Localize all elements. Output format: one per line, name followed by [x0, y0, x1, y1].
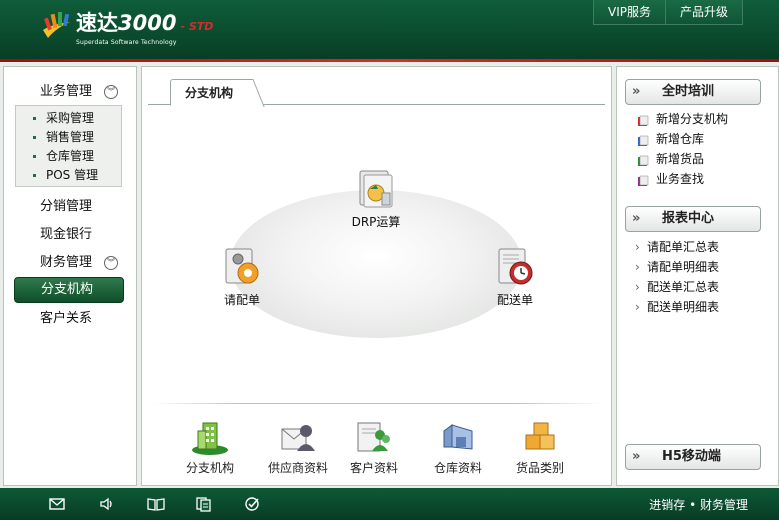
top-nav: VIP服务 产品升级 — [592, 0, 743, 25]
sidebar-item-branch[interactable]: 分支机构 — [14, 277, 124, 303]
sidebar-sub-sales[interactable]: 销售管理 — [16, 128, 121, 147]
building-icon — [190, 417, 230, 457]
documents-icon[interactable] — [196, 496, 212, 512]
footer-slogan: 进销存 • 财务管理 — [649, 498, 748, 512]
sidebar-item-finance[interactable]: 财务管理 ︾ — [4, 250, 136, 276]
business-submenu: 采购管理 销售管理 仓库管理 POS 管理 — [15, 105, 122, 187]
tab-branch[interactable]: 分支机构 — [170, 79, 251, 106]
book-icon — [637, 133, 649, 146]
delivery-node[interactable]: 配送单 — [480, 245, 550, 308]
sidebar-sub-warehouse[interactable]: 仓库管理 — [16, 147, 121, 166]
mail-icon[interactable] — [49, 496, 65, 512]
book-icon — [637, 153, 649, 166]
right-panel: » 全时培训 新增分支机构 新增仓库 新增货品 业务查找 » 报表中心 › 请配单… — [616, 66, 779, 486]
sidebar-sub-pos[interactable]: POS 管理 — [16, 166, 121, 185]
chevron-right-icon: › — [635, 280, 640, 294]
book-icon — [637, 173, 649, 186]
footer-bar: 进销存 • 财务管理 — [0, 488, 779, 520]
chevron-right-icon: › — [635, 300, 640, 314]
double-arrow-icon: » — [632, 84, 641, 99]
sidebar-item-cash[interactable]: 现金银行 — [4, 222, 136, 248]
supplier-icon — [278, 417, 318, 457]
sidebar-sub-purchase[interactable]: 采购管理 — [16, 109, 121, 128]
product-upgrade-link[interactable]: 产品升级 — [666, 0, 742, 24]
check-circle-icon[interactable] — [244, 496, 260, 512]
sidebar-item-distribution[interactable]: 分销管理 — [4, 194, 136, 220]
open-book-icon[interactable] — [147, 496, 165, 512]
chevron-right-icon: › — [635, 260, 640, 274]
speaker-icon[interactable] — [99, 496, 115, 512]
app-logo: 速达3000- STD Superdata Software Technolog… — [40, 10, 213, 50]
sidebar-item-business[interactable]: 业务管理 ︾ — [4, 79, 136, 105]
main-frame: 业务管理 ︾ 采购管理 销售管理 仓库管理 POS 管理 分销管理 现金银行 财… — [0, 62, 779, 488]
h5-mobile-header[interactable]: » H5移动端 — [625, 444, 761, 470]
chevron-down-icon[interactable]: ︾ — [104, 85, 118, 99]
request-form-icon — [220, 245, 264, 289]
drp-node[interactable]: DRP运算 — [346, 167, 406, 230]
warehouse-icon — [438, 417, 478, 457]
app-header: 速达3000- STD Superdata Software Technolog… — [0, 0, 779, 62]
double-arrow-icon: » — [632, 211, 641, 226]
delivery-form-icon — [493, 245, 537, 289]
book-icon — [637, 113, 649, 126]
dock-item-supplier[interactable]: 供应商资料 — [258, 417, 338, 476]
chevron-right-icon: › — [635, 240, 640, 254]
vip-service-link[interactable]: VIP服务 — [594, 0, 666, 24]
request-node[interactable]: 请配单 — [212, 245, 272, 308]
dock-bar: 分支机构 供应商资料 客户资料 仓库资料 货品类别 — [142, 417, 613, 477]
dock-item-customer[interactable]: 客户资料 — [334, 417, 414, 476]
center-panel: 分支机构 DRP运算 请配单 配送单 分支机构 供应商资料 客户资料 仓库资料 … — [141, 66, 612, 486]
training-header[interactable]: » 全时培训 — [625, 79, 761, 105]
sidebar: 业务管理 ︾ 采购管理 销售管理 仓库管理 POS 管理 分销管理 现金银行 财… — [3, 66, 137, 486]
dock-divider — [152, 403, 603, 404]
goods-boxes-icon — [520, 417, 560, 457]
report-header[interactable]: » 报表中心 — [625, 206, 761, 232]
drp-calc-icon — [354, 167, 398, 211]
logo-mark-icon — [40, 10, 74, 40]
dock-item-goods[interactable]: 货品类别 — [500, 417, 580, 476]
dock-item-branch[interactable]: 分支机构 — [170, 417, 250, 476]
chevron-down-icon[interactable]: ︾ — [104, 256, 118, 270]
double-arrow-icon: » — [632, 449, 641, 464]
customer-icon — [354, 417, 394, 457]
dock-item-warehouse[interactable]: 仓库资料 — [418, 417, 498, 476]
sidebar-item-customer[interactable]: 客户关系 — [4, 306, 136, 332]
tab-bar: 分支机构 — [148, 75, 605, 106]
